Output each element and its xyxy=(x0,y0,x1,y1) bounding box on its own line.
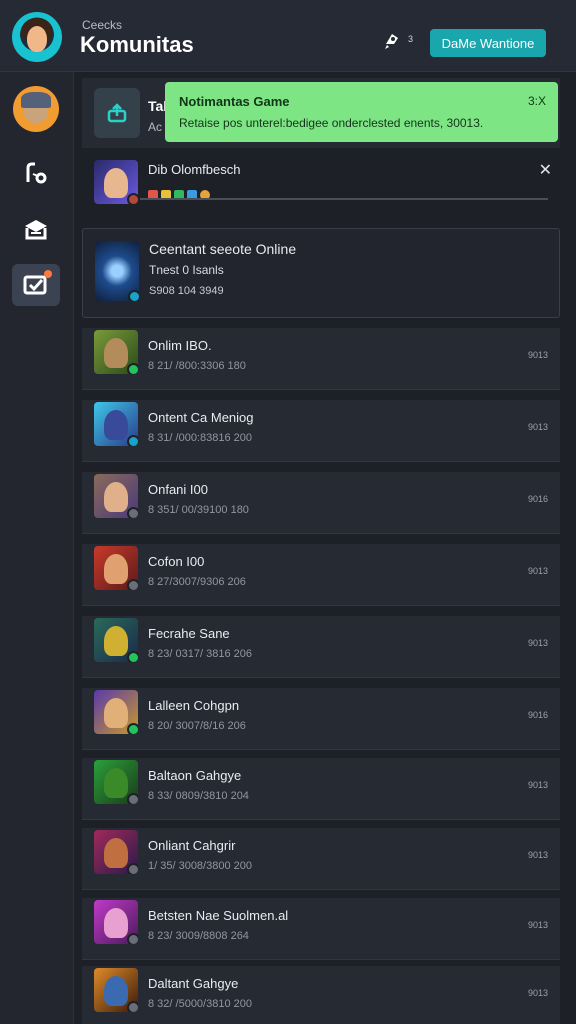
thumbnail-badge xyxy=(127,933,138,944)
profile-avatar[interactable] xyxy=(13,86,59,132)
row-meta: 8 33/ 0809/3810 204 xyxy=(148,790,249,802)
row-title: Onlim IBO. xyxy=(148,338,212,353)
toast-message: Retaise pos unterel:bedigee onderclested… xyxy=(179,116,484,130)
top-card-subtitle: Ac xyxy=(148,120,163,134)
row-meta: 8 27/3007/9306 206 xyxy=(148,576,246,588)
inbox-icon[interactable] xyxy=(12,208,60,250)
rocket-count: 3 xyxy=(408,34,414,44)
game-row[interactable]: Onlim IBO. 8 21/ /800:3306 180 9013 xyxy=(82,328,560,390)
game-row[interactable]: Onliant Cahgrir 1/ 35/ 3008/3800 200 901… xyxy=(82,828,560,890)
row-meta: 8 31/ /000:83816 200 xyxy=(148,432,252,444)
row-meta: 8 23/ 3009/8808 264 xyxy=(148,930,249,942)
game-thumbnail xyxy=(94,474,138,518)
row-title: Betsten Nae Suolmen.al xyxy=(148,908,289,923)
game-row[interactable]: Daltant Gahgye 8 32/ /5000/3810 200 9013 xyxy=(82,966,560,1024)
download-progress-card: Dib Olomfbesch ✕ xyxy=(82,156,560,214)
row-title: Ontent Ca Meniog xyxy=(148,410,254,425)
game-row[interactable]: Betsten Nae Suolmen.al 8 23/ 3009/8808 2… xyxy=(82,898,560,960)
notification-toast[interactable]: Notimantas Game Retaise pos unterel:bedi… xyxy=(165,82,558,142)
notification-dot xyxy=(44,270,52,278)
game-thumbnail xyxy=(94,968,138,1012)
row-title: Onfani I00 xyxy=(148,482,208,497)
app-logo-avatar[interactable] xyxy=(12,12,62,62)
row-side-value: 9013 xyxy=(527,920,548,930)
featured-game-card[interactable]: Ceentant seeote Online Tnest 0 Isanls S9… xyxy=(82,228,560,318)
main-content: Tab Ac Dib Olomfbesch ✕ Ceentant seeote … xyxy=(74,72,576,1024)
game-row[interactable]: Cofon I00 8 27/3007/9306 206 9013 xyxy=(82,544,560,606)
thumbnail-badge xyxy=(127,579,138,590)
row-side-value: 9013 xyxy=(527,638,548,648)
thumbnail-badge xyxy=(127,1001,138,1012)
toast-title: Notimantas Game xyxy=(179,94,290,109)
featured-thumbnail xyxy=(95,241,139,301)
thumbnail-badge xyxy=(127,435,138,446)
row-meta: 8 21/ /800:3306 180 xyxy=(148,360,246,372)
row-title: Daltant Gahgye xyxy=(148,976,239,991)
checklist-icon[interactable] xyxy=(12,264,60,306)
row-side-value: 9013 xyxy=(527,566,548,576)
thumbnail-badge xyxy=(127,863,138,874)
game-thumbnail xyxy=(94,330,138,374)
thumbnail-badge xyxy=(127,793,138,804)
game-row[interactable]: Baltaon Gahgye 8 33/ 0809/3810 204 9013 xyxy=(82,758,560,820)
row-side-value: 9013 xyxy=(527,850,548,860)
game-row[interactable]: Lalleen Cohgpn 8 20/ 3007/8/16 206 9016 xyxy=(82,688,560,750)
close-icon[interactable]: ✕ xyxy=(539,160,552,180)
row-side-value: 9013 xyxy=(527,422,548,432)
row-title: Baltaon Gahgye xyxy=(148,768,242,783)
thumbnail-badge xyxy=(127,507,138,518)
game-row[interactable]: Ontent Ca Meniog 8 31/ /000:83816 200 90… xyxy=(82,400,560,462)
app-title: Komunitas xyxy=(80,32,194,57)
row-side-value: 9013 xyxy=(527,988,548,998)
thumbnail-badge xyxy=(127,363,138,374)
row-side-value: 9013 xyxy=(527,780,548,790)
app-header: Ceecks Komunitas 3 DaMe Wantione xyxy=(0,0,576,72)
thumbnail-badge xyxy=(128,290,139,301)
row-side-value: 9013 xyxy=(527,350,548,360)
row-side-value: 9016 xyxy=(527,494,548,504)
download-title: Dib Olomfbesch xyxy=(148,162,241,177)
featured-line2: Tnest 0 Isanls xyxy=(149,263,224,277)
row-side-value: 9016 xyxy=(527,710,548,720)
row-meta: 8 23/ 0317/ 3816 206 xyxy=(148,648,252,660)
thumbnail-badge xyxy=(127,723,138,734)
game-row[interactable]: Onfani I00 8 351/ 00/39100 180 9016 xyxy=(82,472,560,534)
route-icon[interactable] xyxy=(12,152,60,194)
download-progress-bar xyxy=(140,198,548,200)
row-meta: 8 351/ 00/39100 180 xyxy=(148,504,249,516)
row-meta: 1/ 35/ 3008/3800 200 xyxy=(148,860,252,872)
thumbnail-badge xyxy=(127,193,138,204)
game-thumbnail xyxy=(94,160,138,204)
rocket-icon[interactable]: 3 xyxy=(382,30,416,52)
game-thumbnail xyxy=(94,900,138,944)
row-title: Lalleen Cohgpn xyxy=(148,698,240,713)
thumbnail-badge xyxy=(127,651,138,662)
featured-line3: S908 104 3949 xyxy=(149,285,224,297)
game-thumbnail xyxy=(94,618,138,662)
upload-icon[interactable] xyxy=(94,88,140,138)
row-meta: 8 32/ /5000/3810 200 xyxy=(148,998,252,1010)
row-title: Fecrahe Sane xyxy=(148,626,230,641)
game-thumbnail xyxy=(94,690,138,734)
game-thumbnail xyxy=(94,402,138,446)
row-meta: 8 20/ 3007/8/16 206 xyxy=(148,720,246,732)
game-thumbnail xyxy=(94,830,138,874)
row-title: Onliant Cahgrir xyxy=(148,838,236,853)
header-action-button[interactable]: DaMe Wantione xyxy=(430,29,546,57)
game-row[interactable]: Fecrahe Sane 8 23/ 0317/ 3816 206 9013 xyxy=(82,616,560,678)
row-title: Cofon I00 xyxy=(148,554,205,569)
featured-title: Ceentant seeote Online xyxy=(149,241,297,257)
app-subtitle: Ceecks xyxy=(82,18,123,32)
game-thumbnail xyxy=(94,760,138,804)
game-thumbnail xyxy=(94,546,138,590)
toast-close-button[interactable]: 3:X xyxy=(528,94,546,108)
sidebar xyxy=(0,72,74,1024)
